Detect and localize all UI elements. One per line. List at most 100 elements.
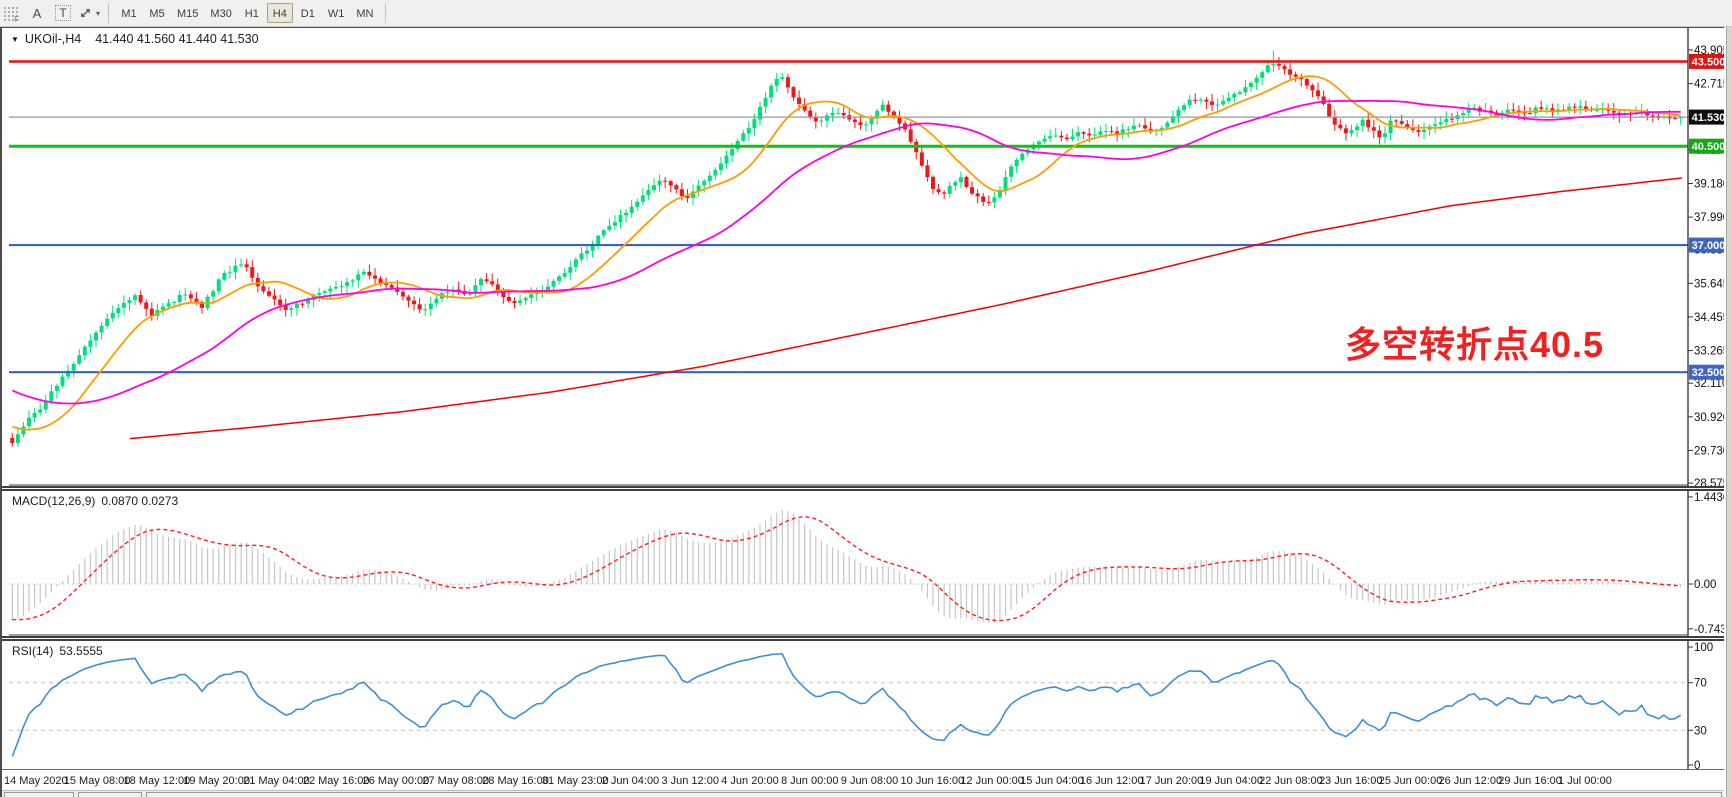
candle-body [1651,115,1655,116]
candle-body [652,185,656,190]
candle-body [178,295,182,302]
candle-body [1578,106,1582,108]
candle-body [619,215,623,222]
candle-body [764,98,768,107]
macd-tick-label: 1.4436 [1694,492,1724,504]
candle-body [139,295,143,302]
time-axis-label: 19 Jun 04:00 [1199,775,1263,787]
timeframe-button-h1[interactable]: H1 [239,3,265,23]
candle-body [1126,129,1130,130]
candle-body [786,77,790,87]
rsi-indicator-panel[interactable]: 10070300 [2,641,1724,769]
candle-body [1093,135,1097,136]
time-axis-label: 8 Jun 00:00 [781,775,839,787]
candle-body [1327,104,1331,116]
timeframe-button-d1[interactable]: D1 [295,3,321,23]
chart-symbol-timeframe: UKOil-,H4 [25,32,81,46]
toolbar-separator [108,3,109,23]
price-badge-label: 41.530 [1692,112,1724,124]
candle-body [1288,69,1292,74]
toolbar-drag-handle[interactable]: F [3,6,18,21]
candle-body [429,304,433,310]
candle-body [1310,85,1314,90]
slow-ma-line [130,178,1682,439]
candle-body [1204,100,1208,102]
timeframe-button-m1[interactable]: M1 [116,3,142,23]
main-price-chart[interactable]: 43.90542.71541.52540.37039.18037.99036.8… [2,28,1724,486]
candle-body [1316,90,1320,96]
timeframe-button-h4[interactable]: H4 [267,3,293,23]
candle-body [1216,104,1220,105]
macd-indicator-panel[interactable]: 1.44360.00-0.7431 [2,491,1724,636]
timeframe-button-m30[interactable]: M30 [205,3,236,23]
candle-body [1673,118,1677,119]
letter-t-icon: T [55,5,70,21]
arrow-objects-button[interactable]: ▾ [78,3,100,24]
macd-tick-label: 0.00 [1694,579,1716,591]
candle-body [752,119,756,128]
chart-window: 43.90542.71541.52540.37039.18037.99036.8… [0,27,1724,797]
timeframe-button-mn[interactable]: MN [351,3,378,23]
collapse-chart-icon[interactable]: ▼ [11,35,19,44]
candle-body [1255,78,1259,83]
chart-annotation-text: 多空转折点40.5 [1345,316,1604,368]
candle-body [1450,119,1454,120]
candle-body [345,282,349,286]
candle-body [189,294,193,298]
candle-body [1137,125,1141,126]
mt4-terminal: F A T ▾ M1M5M15M30H1H4D1W1MN 43.90542.71… [0,0,1732,797]
candle-body [976,193,980,196]
candle-body [1043,139,1047,142]
candle-body [987,202,991,203]
candle-body [1177,110,1181,116]
bottom-panel-stub[interactable] [146,792,1722,797]
macd-label: MACD(12,26,9)0.0870 0.0273 [12,494,184,508]
time-axis-label: 31 May 23:00 [542,775,609,787]
candle-body [1305,79,1309,85]
time-axis[interactable]: 14 May 202015 May 08:0018 May 12:0019 Ma… [2,769,1724,791]
candle-body [1065,138,1069,139]
bottom-tab-stub[interactable] [4,792,74,797]
candle-body [831,113,835,115]
candle-body [211,291,215,296]
candle-body [1082,132,1086,134]
candle-body [1104,131,1108,132]
candle-body [250,267,254,278]
candle-body [942,192,946,193]
candle-body [1366,120,1370,128]
candle-body [602,230,606,235]
candle-body [1372,127,1376,130]
candle-body [351,281,355,282]
candle-body [669,181,673,185]
candle-body [909,129,913,141]
candle-body [613,222,617,226]
candle-body [825,115,829,120]
letter-a-icon: A [33,6,42,21]
time-axis-label: 26 Jun 12:00 [1438,775,1502,787]
candle-body [1433,124,1437,126]
candle-body [100,326,104,333]
candle-body [239,265,243,266]
text-box-tool-button[interactable]: T [52,3,74,24]
candle-body [468,294,472,295]
candle-body [1389,121,1393,134]
timeframe-button-m5[interactable]: M5 [144,3,170,23]
candle-body [362,272,366,274]
candle-body [864,124,868,125]
candle-body [1461,113,1465,115]
candle-body [624,213,628,215]
candle-body [116,308,120,313]
price-tick-label: 32.110 [1694,378,1724,390]
text-label-tool-button[interactable]: A [26,3,48,24]
time-axis-label: 23 Jun 16:00 [1319,775,1383,787]
timeframe-button-w1[interactable]: W1 [323,3,350,23]
candle-body [1115,131,1119,133]
chevron-down-icon: ▾ [96,9,100,18]
candle-body [233,266,237,273]
timeframe-button-m15[interactable]: M15 [172,3,203,23]
rsi-tick-label: 100 [1694,642,1713,654]
candle-body [646,190,650,195]
candle-body [1165,123,1169,128]
candle-body [568,267,572,273]
bottom-tab-stub[interactable] [78,792,142,797]
